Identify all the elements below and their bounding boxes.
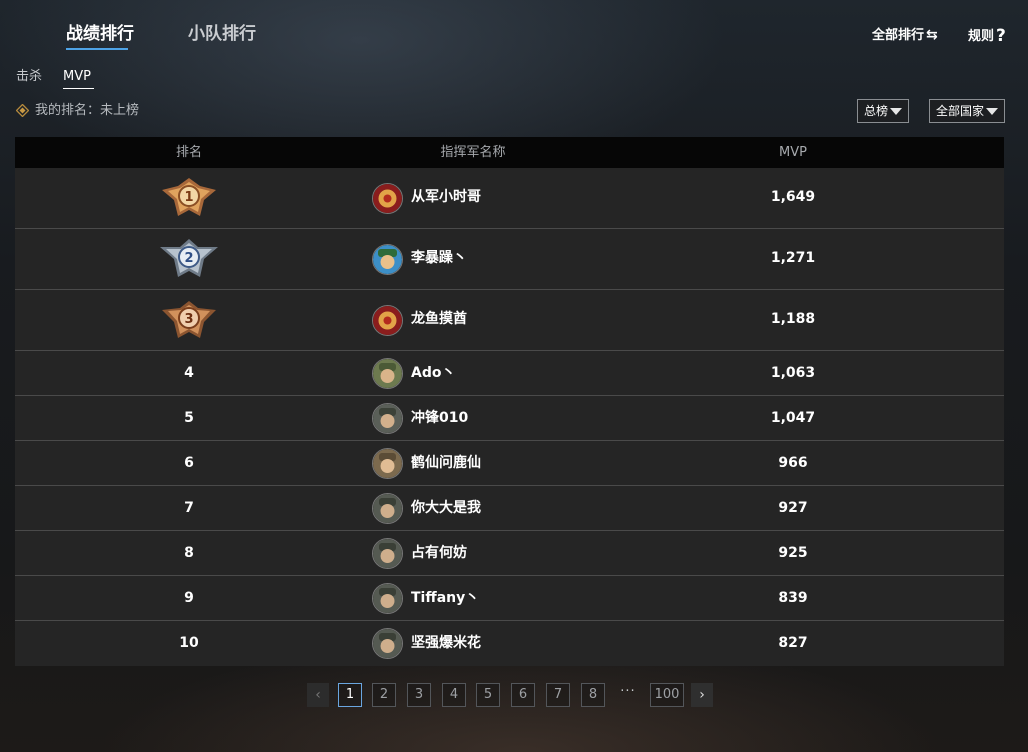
mvp-count: 839 [778, 590, 808, 606]
avatar [372, 628, 403, 659]
board-select[interactable]: 总榜 [857, 99, 909, 123]
commander-name: 占有何妨 [411, 545, 467, 561]
mvp-count: 1,271 [770, 250, 816, 266]
page-button-3[interactable]: 3 [407, 683, 431, 707]
header-mvp: MVP [779, 145, 807, 160]
table-row[interactable]: 8 占有何妨 925 [15, 531, 1004, 576]
avatar [372, 538, 403, 569]
rules-link[interactable]: 规则? [968, 27, 1006, 45]
avatar [372, 493, 403, 524]
page-button-8[interactable]: 8 [581, 683, 605, 707]
pagination: ‹ 1 2 3 4 5 6 7 8 ··· 100 › [0, 683, 1028, 707]
rank-number: 9 [184, 590, 194, 606]
chevron-down-icon [890, 108, 902, 115]
svg-text:2: 2 [184, 251, 193, 266]
commander-name: 坚强爆米花 [411, 635, 481, 651]
commander-name: 你大大是我 [411, 500, 481, 516]
page-button-1[interactable]: 1 [338, 683, 362, 707]
silver-medal-icon: 2 [160, 239, 218, 277]
commander-name: Tiffany丶 [411, 590, 480, 606]
pagination-ellipsis: ··· [620, 684, 636, 699]
rank-number: 7 [184, 500, 194, 516]
mvp-count: 1,188 [770, 311, 816, 327]
commander-name: Ado丶 [411, 365, 456, 381]
commander-name: 冲锋010 [411, 410, 469, 426]
mvp-count: 927 [778, 500, 808, 516]
avatar [372, 244, 403, 275]
my-rank-text: 我的排名：未上榜 [35, 103, 140, 118]
mvp-count: 925 [778, 545, 808, 561]
avatar [372, 183, 403, 214]
page-button-7[interactable]: 7 [546, 683, 570, 707]
question-icon: ? [996, 26, 1006, 46]
table-row[interactable]: 5 冲锋010 1,047 [15, 396, 1004, 441]
mvp-count: 1,047 [770, 410, 816, 426]
svg-text:1: 1 [184, 190, 193, 205]
avatar [372, 358, 403, 389]
mvp-count: 827 [778, 635, 808, 651]
table-row[interactable]: 10 坚强爆米花 827 [15, 621, 1004, 666]
page-button-last[interactable]: 100 [650, 683, 684, 707]
commander-name: 李暴躁丶 [411, 250, 467, 266]
page-button-5[interactable]: 5 [476, 683, 500, 707]
chevron-right-icon: › [699, 687, 705, 703]
active-tab-underline [66, 48, 128, 50]
rank-number: 6 [184, 455, 194, 471]
prev-page-button[interactable]: ‹ [307, 683, 329, 707]
table-row[interactable]: 1 从军小时哥 1,649 [15, 168, 1004, 229]
country-select-value: 全部国家 [936, 104, 985, 118]
commander-name: 从军小时哥 [411, 189, 481, 205]
rank-number: 10 [179, 635, 199, 651]
chevron-down-icon [986, 108, 998, 115]
mvp-count: 1,063 [770, 365, 816, 381]
commander-name: 龙鱼摸酋 [411, 311, 467, 327]
tab-squad-ranking[interactable]: 小队排行 [188, 22, 256, 46]
table-row[interactable]: 7 你大大是我 927 [15, 486, 1004, 531]
avatar [372, 583, 403, 614]
avatar [372, 305, 403, 336]
rank-number: 4 [184, 365, 194, 381]
rank-number: 8 [184, 545, 194, 561]
commander-name: 鹤仙问鹿仙 [411, 455, 481, 471]
subtab-mvp[interactable]: MVP [63, 69, 91, 85]
diamond-icon [16, 104, 29, 117]
page-button-4[interactable]: 4 [442, 683, 466, 707]
page-button-6[interactable]: 6 [511, 683, 535, 707]
table-row[interactable]: 2 李暴躁丶 1,271 [15, 229, 1004, 290]
rules-label: 规则 [968, 29, 995, 44]
all-rankings-label: 全部排行 [872, 28, 925, 43]
rank-number: 5 [184, 410, 194, 426]
subtab-underline [63, 88, 94, 89]
mvp-count: 966 [778, 455, 808, 471]
avatar [372, 448, 403, 479]
subtab-kills[interactable]: 击杀 [16, 69, 42, 85]
header-rank: 排名 [175, 145, 203, 160]
table-row[interactable]: 4 Ado丶 1,063 [15, 351, 1004, 396]
chevron-left-icon: ‹ [315, 687, 321, 703]
table-row[interactable]: 6 鹤仙问鹿仙 966 [15, 441, 1004, 486]
svg-text:3: 3 [184, 312, 193, 327]
board-select-value: 总榜 [864, 104, 889, 118]
swap-icon: ⇆ [926, 27, 938, 43]
country-select[interactable]: 全部国家 [929, 99, 1005, 123]
gold-medal-icon: 1 [162, 178, 216, 216]
bronze-medal-icon: 3 [162, 301, 216, 338]
page-button-2[interactable]: 2 [372, 683, 396, 707]
mvp-count: 1,649 [770, 189, 816, 205]
all-rankings-link[interactable]: 全部排行 ⇆ [872, 27, 938, 44]
ranking-table: 排名 指挥军名称 MVP 1 从军小时哥 1,649 2 李暴躁丶 1,271 [15, 137, 1004, 666]
table-row[interactable]: 9 Tiffany丶 839 [15, 576, 1004, 621]
next-page-button[interactable]: › [691, 683, 713, 707]
avatar [372, 403, 403, 434]
table-row[interactable]: 3 龙鱼摸酋 1,188 [15, 290, 1004, 351]
header-commander: 指挥军名称 [440, 145, 506, 160]
table-header: 排名 指挥军名称 MVP [15, 137, 1004, 168]
tab-battle-ranking[interactable]: 战绩排行 [66, 22, 134, 46]
